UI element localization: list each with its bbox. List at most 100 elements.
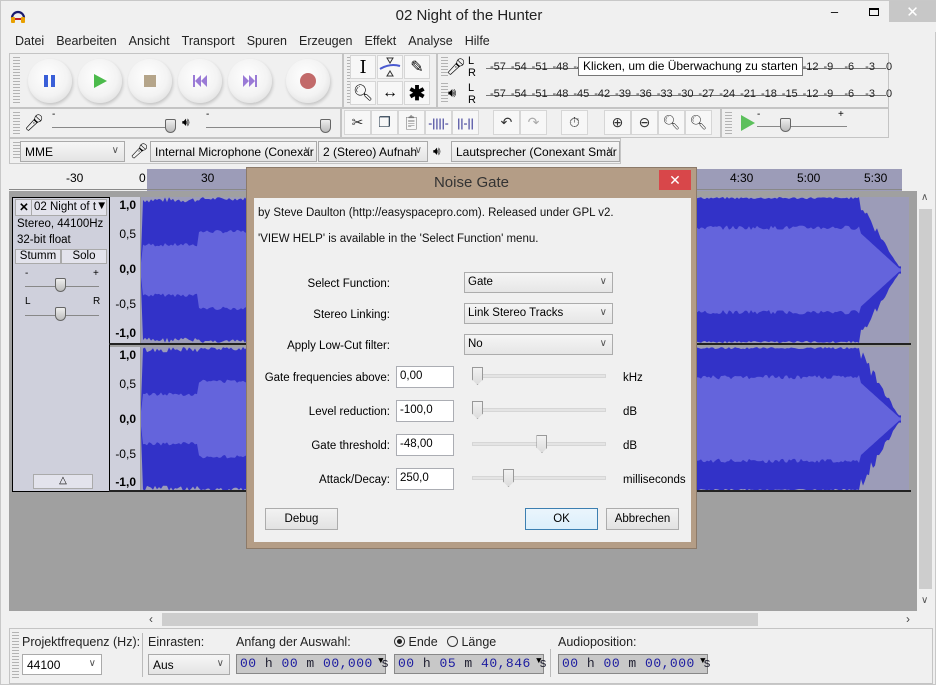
toolbar-grip[interactable] xyxy=(12,632,19,680)
playback-meter[interactable]: 🔊︎ L R -57 -54 -51 -48 -45 -42 -39 -36 -33 -30 -27… xyxy=(446,82,892,106)
playback-speed-thumb[interactable] xyxy=(780,118,791,132)
play-button[interactable] xyxy=(78,59,122,103)
gain-slider-thumb[interactable] xyxy=(55,278,66,292)
dialog-close-button[interactable]: ✕ xyxy=(659,170,691,190)
silence-button[interactable]: ||-|| xyxy=(452,110,479,135)
cut-button[interactable]: ✂ xyxy=(344,110,371,135)
copy-button[interactable]: ❐ xyxy=(371,110,398,135)
scroll-right-icon[interactable]: › xyxy=(906,612,910,626)
gate-threshold-slider-thumb[interactable] xyxy=(536,435,548,453)
meter-scale-label: -54 xyxy=(510,61,527,73)
menu-transport[interactable]: Transport xyxy=(176,32,241,52)
maximize-button[interactable] xyxy=(854,1,893,22)
selection-start-time[interactable]: 00 h 00 m 00,000 s ▼ xyxy=(236,654,389,674)
envelope-tool-button[interactable] xyxy=(377,55,403,79)
input-channels-select[interactable]: 2 (Stereo) Aufnah ∨ xyxy=(318,141,428,162)
record-button[interactable] xyxy=(286,59,330,103)
mute-button[interactable]: Stumm xyxy=(15,249,61,264)
close-track-button[interactable]: ✕ xyxy=(17,200,32,215)
attack-decay-slider[interactable] xyxy=(472,476,606,480)
channel-right-label: R xyxy=(468,67,476,79)
project-rate-select[interactable]: 44100 ∨ xyxy=(22,654,102,675)
input-volume-slider[interactable] xyxy=(52,127,172,128)
track-name-menu[interactable]: 02 Night of t xyxy=(34,201,96,213)
output-volume-slider[interactable] xyxy=(206,127,326,128)
vertical-scroll-thumb[interactable] xyxy=(919,209,932,589)
paste-button[interactable]: 📋︎ xyxy=(398,110,425,135)
menu-erzeugen[interactable]: Erzeugen xyxy=(293,32,359,52)
stop-button[interactable] xyxy=(128,59,172,103)
select-function-dropdown[interactable]: Gate ∨ xyxy=(464,272,613,293)
ok-button[interactable]: OK xyxy=(525,508,598,530)
debug-button[interactable]: Debug xyxy=(265,508,338,530)
draw-tool-button[interactable]: ✎ xyxy=(404,55,430,79)
horizontal-scroll-thumb[interactable] xyxy=(162,613,758,626)
minimize-button[interactable]: – xyxy=(815,1,854,22)
undo-button[interactable]: ↶ xyxy=(493,110,520,135)
scroll-up-icon[interactable]: ∧ xyxy=(921,192,928,203)
meter-scale-label: -9 xyxy=(823,88,834,100)
gate-frequency-slider[interactable] xyxy=(472,374,606,378)
zoom-tool-button[interactable]: 🔍︎ xyxy=(350,81,376,105)
stereo-linking-dropdown[interactable]: Link Stereo Tracks ∨ xyxy=(464,303,613,324)
attack-decay-input[interactable]: 250,0 xyxy=(396,468,454,490)
length-radio[interactable]: Länge xyxy=(447,635,496,649)
level-reduction-slider-thumb[interactable] xyxy=(472,401,483,419)
skip-to-end-button[interactable] xyxy=(228,59,272,103)
project-rate-label: Projektfrequenz (Hz): xyxy=(22,635,141,649)
meter-scale-label: -3 xyxy=(865,61,875,73)
input-volume-thumb[interactable] xyxy=(165,119,176,133)
trim-button[interactable]: -||||- xyxy=(425,110,452,135)
multi-tool-button[interactable]: ✱ xyxy=(404,81,430,105)
toolbar-grip[interactable] xyxy=(13,112,20,134)
selection-tool-button[interactable]: I xyxy=(350,55,376,79)
gate-frequency-slider-thumb[interactable] xyxy=(472,367,483,385)
toolbar-grip[interactable] xyxy=(725,112,732,134)
gate-threshold-input[interactable]: -48,00 xyxy=(396,434,454,456)
menu-hilfe[interactable]: Hilfe xyxy=(459,32,496,52)
menu-spuren[interactable]: Spuren xyxy=(241,32,293,52)
fit-selection-button[interactable]: 🔍︎ xyxy=(658,110,685,135)
play-at-speed-toolbar: - + xyxy=(721,108,889,138)
snap-select[interactable]: Aus ∨ xyxy=(148,654,230,675)
zoom-out-button[interactable]: ⊖ xyxy=(631,110,658,135)
scroll-left-icon[interactable]: ‹ xyxy=(149,612,153,626)
horizontal-scrollbar[interactable]: ‹ › xyxy=(146,611,917,628)
zoom-in-button[interactable]: ⊕ xyxy=(604,110,631,135)
close-button[interactable]: ✕ xyxy=(889,1,936,22)
attack-decay-slider-thumb[interactable] xyxy=(503,469,514,487)
menu-bearbeiten[interactable]: Bearbeiten xyxy=(50,32,122,52)
low-cut-dropdown[interactable]: No ∨ xyxy=(464,334,613,355)
toolbar-grip[interactable] xyxy=(13,57,20,104)
menu-effekt[interactable]: Effekt xyxy=(359,32,403,52)
input-device-select[interactable]: Internal Microphone (Conexar ∨ xyxy=(150,141,317,162)
time-shift-tool-button[interactable]: ↔ xyxy=(377,81,403,105)
output-device-select[interactable]: Lautsprecher (Conexant Smar ∨ xyxy=(451,141,620,162)
chevron-down-icon: ∨ xyxy=(216,658,224,669)
end-radio[interactable]: Ende xyxy=(394,635,438,649)
scroll-down-icon[interactable]: ∨ xyxy=(921,595,928,606)
redo-button[interactable]: ↷ xyxy=(520,110,547,135)
level-reduction-slider[interactable] xyxy=(472,408,606,412)
menu-analyse[interactable]: Analyse xyxy=(402,32,458,52)
vertical-scrollbar[interactable]: ∧ ∨ xyxy=(917,191,934,609)
menu-datei[interactable]: Datei xyxy=(9,32,50,52)
gate-frequency-input[interactable]: 0,00 xyxy=(396,366,454,388)
toolbar-grip[interactable] xyxy=(13,142,20,160)
output-volume-thumb[interactable] xyxy=(320,119,331,133)
selection-end-time[interactable]: 00 h 05 m 40,846 s ▼ xyxy=(394,654,547,674)
skip-to-start-button[interactable] xyxy=(178,59,222,103)
pause-button[interactable] xyxy=(28,59,72,103)
pan-slider-thumb[interactable] xyxy=(55,307,66,321)
solo-button[interactable]: Solo xyxy=(61,249,107,264)
cancel-button[interactable]: Abbrechen xyxy=(606,508,679,530)
playback-speed-slider[interactable] xyxy=(757,126,847,127)
sync-lock-button[interactable]: ⏱︎ xyxy=(561,110,588,135)
audio-position-time[interactable]: 00 h 00 m 00,000 s ▼ xyxy=(558,654,711,674)
fit-project-button[interactable]: 🔍︎ xyxy=(685,110,712,135)
level-reduction-input[interactable]: -100,0 xyxy=(396,400,454,422)
close-icon: ✕ xyxy=(669,171,681,188)
audio-host-select[interactable]: MME ∨ xyxy=(20,141,125,162)
menu-ansicht[interactable]: Ansicht xyxy=(123,32,176,52)
collapse-track-button[interactable]: △ xyxy=(33,474,93,489)
